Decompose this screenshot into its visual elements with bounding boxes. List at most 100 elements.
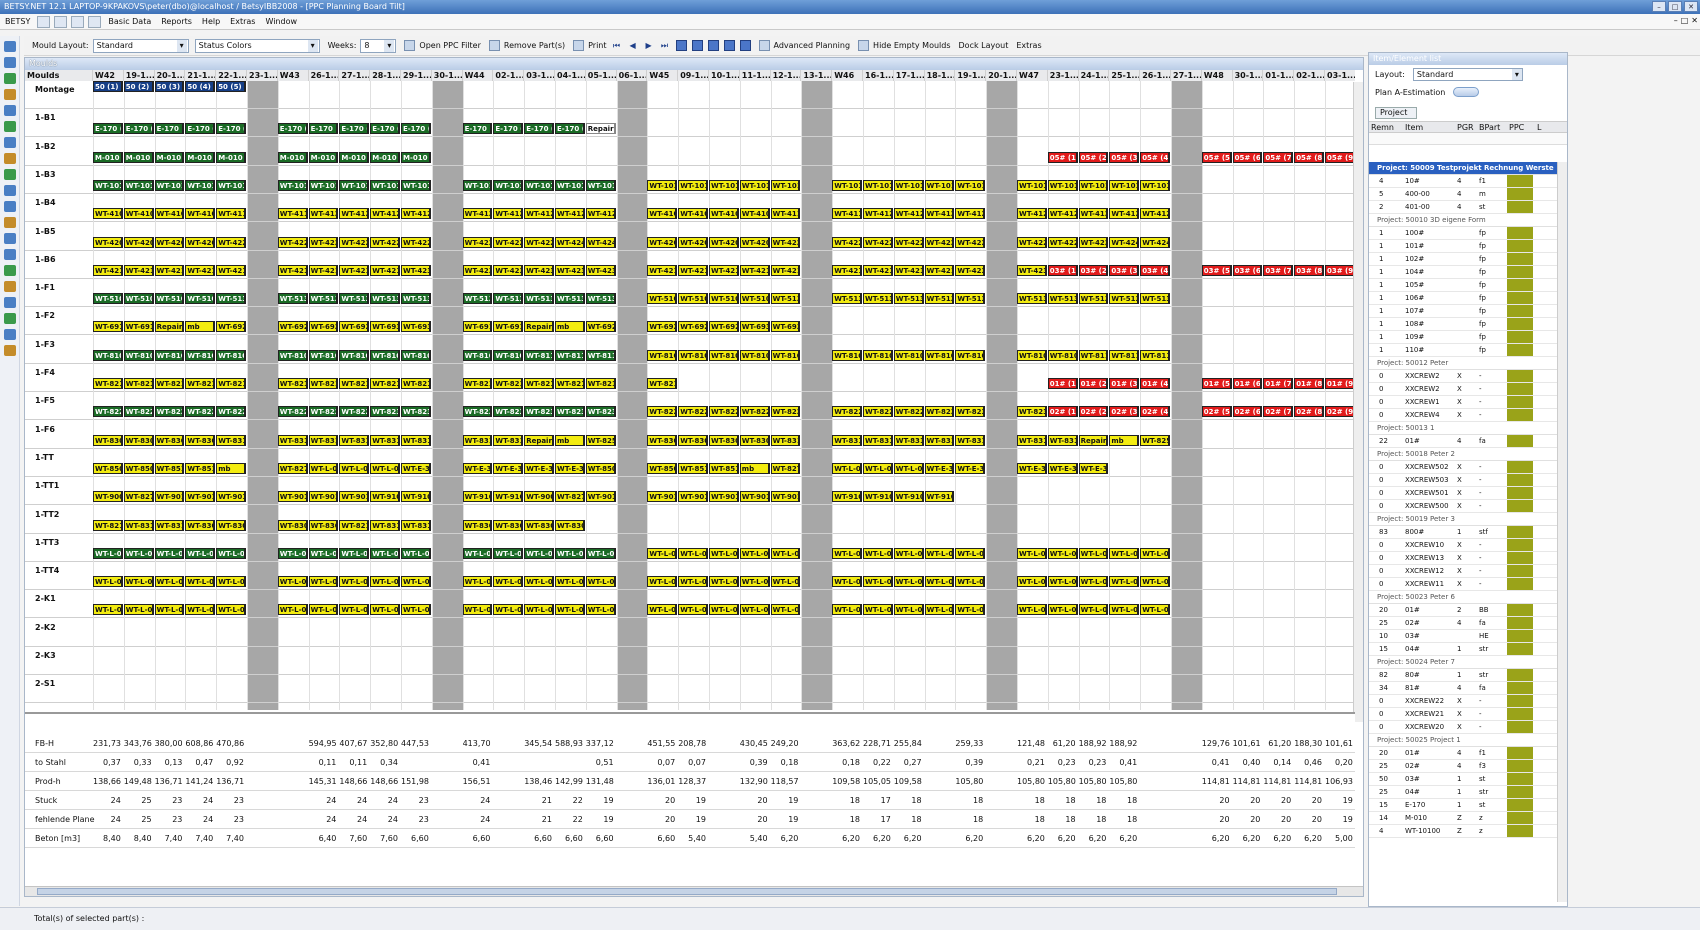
project-group-header[interactable]: Project: 50009 Testprojekt Rechnung Wers…: [1369, 162, 1559, 175]
column-header[interactable]: 02-1...: [1294, 70, 1325, 81]
tool-icon[interactable]: [3, 73, 16, 84]
part-bar[interactable]: WT-8222: [93, 406, 123, 418]
part-bar[interactable]: WT-L-01: [647, 547, 678, 559]
part-bar[interactable]: WT-9014: [739, 491, 770, 503]
part-bar[interactable]: WT-6922: [339, 321, 370, 333]
part-bar[interactable]: E-170 (5: [93, 123, 123, 135]
item-row[interactable]: 1 101# fp: [1369, 240, 1559, 253]
mould-row-label[interactable]: 1-F3: [25, 339, 93, 351]
part-bar[interactable]: WT-8509: [647, 462, 678, 474]
planned-part-bar[interactable]: 03# (6): [1232, 264, 1263, 276]
part-bar[interactable]: WT-4103: [185, 208, 216, 220]
item-row[interactable]: 20 01# 2 BB: [1369, 604, 1559, 617]
part-bar[interactable]: WT-1012: [893, 179, 924, 191]
planned-part-bar[interactable]: 01# (4): [1140, 378, 1170, 389]
part-bar[interactable]: WT-8109: [1047, 349, 1078, 361]
layout-select[interactable]: Standard: [1412, 67, 1523, 81]
part-bar[interactable]: WT-8232: [955, 406, 986, 418]
close-button[interactable]: ✕: [1684, 1, 1698, 12]
part-bar[interactable]: WT-L-00: [1109, 604, 1140, 616]
part-bar[interactable]: WT-6930: [370, 321, 400, 333]
part-bar[interactable]: WT-8315: [924, 434, 955, 446]
part-bar[interactable]: WT-4220: [770, 236, 801, 248]
part-bar[interactable]: WT-8234: [493, 406, 524, 418]
part-bar[interactable]: WT-4102: [709, 208, 739, 220]
part-bar[interactable]: WT-5130: [770, 293, 801, 305]
part-bar[interactable]: WT-1011: [647, 179, 678, 191]
item-row[interactable]: 83 800# 1 stf: [1369, 526, 1559, 539]
part-bar[interactable]: WT-8300: [524, 519, 554, 531]
part-bar[interactable]: WT-8227: [832, 406, 862, 418]
part-bar[interactable]: WT-L-00: [1078, 604, 1109, 616]
part-bar[interactable]: WT-5101: [123, 293, 154, 305]
part-bar[interactable]: WT-422C: [308, 236, 339, 248]
planned-part-bar[interactable]: 02# (6): [1232, 406, 1263, 418]
part-bar[interactable]: WT-1012: [924, 179, 955, 191]
column-header[interactable]: 02-1...: [493, 70, 525, 81]
part-bar[interactable]: WT-8300: [678, 434, 708, 446]
part-bar[interactable]: M-010 (1: [93, 151, 123, 163]
part-bar[interactable]: WT-9010: [585, 491, 616, 503]
part-bar[interactable]: WT-422C: [339, 236, 370, 248]
column-header[interactable]: W45: [647, 70, 679, 81]
column-header[interactable]: 23-1...: [1047, 70, 1079, 81]
planned-part-bar[interactable]: 01# (7): [1263, 378, 1294, 389]
planned-part-bar[interactable]: 03# (5): [1201, 264, 1232, 276]
tool-icon[interactable]: [3, 217, 16, 228]
planned-part-bar[interactable]: 01# (3): [1109, 378, 1140, 389]
planned-part-bar[interactable]: 02# (1): [1047, 406, 1078, 418]
part-bar[interactable]: E-170 (1: [524, 123, 554, 135]
part-bar[interactable]: WT-L-00: [678, 576, 708, 588]
part-bar[interactable]: WT-4224: [1078, 236, 1109, 248]
part-bar[interactable]: WT-8109: [493, 349, 524, 361]
part-bar[interactable]: WT-8318: [1047, 434, 1078, 446]
part-bar[interactable]: WT-8227: [308, 406, 339, 418]
part-bar[interactable]: WT-423C: [524, 264, 554, 276]
part-bar[interactable]: WT-4201: [93, 236, 123, 248]
item-row[interactable]: 25 02# 4 f3: [1369, 760, 1559, 773]
item-row[interactable]: 0 XXCREW502 X -: [1369, 461, 1559, 474]
column-header[interactable]: 19-1...: [955, 70, 987, 81]
part-bar[interactable]: WT-8300: [493, 519, 524, 531]
refresh-icon[interactable]: [54, 15, 68, 28]
part-bar[interactable]: mb: [555, 434, 585, 446]
planned-part-bar[interactable]: 01# (1): [1047, 378, 1078, 389]
part-bar[interactable]: WT-L-00: [277, 604, 308, 616]
part-bar[interactable]: WT-8239: [585, 406, 616, 418]
part-bar[interactable]: WT-L-00: [123, 576, 154, 588]
part-bar[interactable]: WT-5131: [555, 293, 585, 305]
part-bar[interactable]: WT-1011: [709, 179, 739, 191]
part-bar[interactable]: WT-8102: [832, 349, 862, 361]
menu-help[interactable]: Help: [197, 14, 225, 30]
part-bar[interactable]: WT-8227: [863, 406, 893, 418]
view-icon[interactable]: [707, 40, 719, 51]
part-bar[interactable]: WT-8273: [277, 462, 308, 474]
column-header[interactable]: W47: [1017, 70, 1048, 81]
part-bar[interactable]: WT-1013: [585, 179, 616, 191]
item-column-header[interactable]: Remn: [1369, 122, 1403, 132]
planned-part-bar[interactable]: 03# (2): [1078, 264, 1109, 276]
part-bar[interactable]: WT-L-01: [1078, 547, 1109, 559]
part-bar[interactable]: WT-8311: [770, 434, 801, 446]
part-bar[interactable]: WT-L-00: [555, 576, 585, 588]
part-bar[interactable]: WT-L-00: [893, 576, 924, 588]
part-bar[interactable]: WT-422C: [277, 236, 308, 248]
project-group-header[interactable]: Project: 50023 Peter 6: [1369, 591, 1559, 604]
part-bar[interactable]: WT-9011: [185, 491, 216, 503]
part-bar[interactable]: WT-4214: [185, 264, 216, 276]
part-bar[interactable]: WT-8210: [93, 378, 123, 389]
part-bar[interactable]: M-010 (1: [154, 151, 185, 163]
part-bar[interactable]: WT-8105: [339, 349, 370, 361]
column-header[interactable]: 11-1...: [739, 70, 771, 81]
item-row[interactable]: 1 104# fp: [1369, 266, 1559, 279]
part-bar[interactable]: WT-4218: [339, 264, 370, 276]
part-bar[interactable]: mb: [1109, 434, 1140, 446]
part-bar[interactable]: E-170 (1: [370, 123, 400, 135]
item-column-header[interactable]: BPart: [1477, 122, 1507, 132]
part-bar[interactable]: WT-5131: [1047, 293, 1078, 305]
part-bar[interactable]: WT-4202: [709, 236, 739, 248]
part-bar[interactable]: M-010 (1: [339, 151, 370, 163]
part-bar[interactable]: WT-4223: [493, 236, 524, 248]
part-bar[interactable]: WT-L-00: [1078, 576, 1109, 588]
part-bar[interactable]: WT-8222: [647, 406, 678, 418]
